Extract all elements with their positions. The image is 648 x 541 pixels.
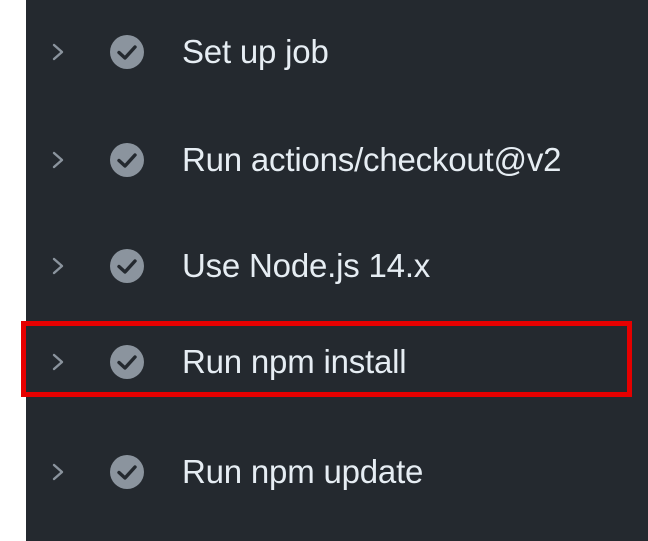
step-row-set-up-job[interactable]: Set up job bbox=[0, 16, 648, 88]
chevron-right-icon[interactable] bbox=[50, 39, 66, 65]
check-circle-icon bbox=[108, 141, 146, 179]
check-circle-icon bbox=[108, 247, 146, 285]
step-label: Use Node.js 14.x bbox=[182, 247, 431, 284]
chevron-right-icon[interactable] bbox=[50, 349, 66, 375]
job-steps-panel: Set up job Run actions/checkout@v2 Use N… bbox=[0, 0, 648, 541]
step-row-run-npm-install[interactable]: Run npm install bbox=[0, 326, 648, 398]
chevron-right-icon[interactable] bbox=[50, 459, 66, 485]
chevron-right-icon[interactable] bbox=[50, 253, 66, 279]
step-label: Run npm install bbox=[182, 343, 407, 380]
chevron-right-icon[interactable] bbox=[50, 147, 66, 173]
step-label: Run npm update bbox=[182, 453, 424, 490]
step-row-run-actions-checkout[interactable]: Run actions/checkout@v2 bbox=[0, 124, 648, 196]
step-label: Run actions/checkout@v2 bbox=[182, 141, 562, 178]
step-row-use-node[interactable]: Use Node.js 14.x bbox=[0, 230, 648, 302]
check-circle-icon bbox=[108, 33, 146, 71]
check-circle-icon bbox=[108, 453, 146, 491]
check-circle-icon bbox=[108, 343, 146, 381]
step-row-run-npm-update[interactable]: Run npm update bbox=[0, 436, 648, 508]
step-label: Set up job bbox=[182, 33, 329, 70]
